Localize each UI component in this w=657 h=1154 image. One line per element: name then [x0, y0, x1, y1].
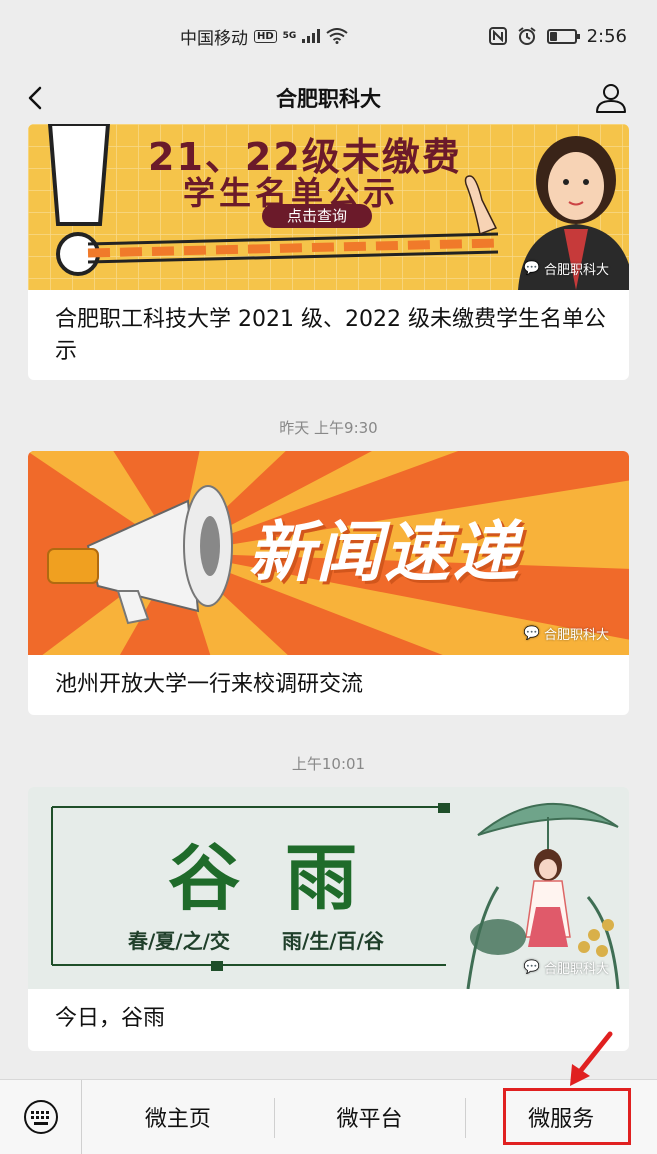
- keyboard-toggle-button[interactable]: [0, 1079, 82, 1154]
- signal-icon: [302, 29, 321, 43]
- status-right: 2:56: [488, 25, 627, 47]
- menu-item-services[interactable]: 微服务: [465, 1080, 657, 1154]
- wechat-icon: 💬: [523, 261, 540, 276]
- article-card[interactable]: 新闻速递 💬 合肥职科大 池州开放大学一行来校调研交流: [28, 451, 629, 715]
- page-title: 合肥职科大: [276, 87, 381, 111]
- nav-bar: 合肥职科大: [0, 72, 657, 124]
- hd-badge: HD: [254, 29, 277, 43]
- status-left: 中国移动 HD 5G: [180, 24, 348, 49]
- article-title[interactable]: 池州开放大学一行来校调研交流: [28, 655, 629, 701]
- wechat-icon: 💬: [523, 626, 540, 641]
- article-feed[interactable]: 21、22级未缴费 学生名单公示 点击查询 💬 合肥职科大 合肥职工科技大学 2…: [0, 124, 657, 1079]
- watermark-text: 合肥职科大: [543, 628, 609, 643]
- chevron-left-icon[interactable]: [20, 82, 52, 114]
- alarm-icon: [517, 27, 536, 45]
- person-icon[interactable]: [591, 78, 631, 118]
- watermark: 💬 合肥职科大: [524, 259, 609, 278]
- watermark: 💬 合肥职科大: [524, 624, 609, 643]
- article-card[interactable]: 21、22级未缴费 学生名单公示 点击查询 💬 合肥职科大 合肥职工科技大学 2…: [28, 124, 629, 380]
- clock: 2:56: [586, 25, 627, 47]
- wechat-icon: 💬: [523, 960, 540, 975]
- banner-subline-right: 雨/生/百/谷: [282, 929, 384, 953]
- wifi-icon: [326, 28, 348, 44]
- watermark-text: 合肥职科大: [543, 263, 609, 278]
- watermark: 💬 合肥职科大: [524, 958, 609, 977]
- article-banner[interactable]: 21、22级未缴费 学生名单公示 点击查询 💬 合肥职科大: [28, 124, 629, 290]
- banner-query-button: 点击查询: [262, 204, 372, 228]
- article-title[interactable]: 今日，谷雨: [28, 989, 629, 1035]
- watermark-text: 合肥职科大: [543, 962, 609, 977]
- battery-icon: [546, 28, 580, 44]
- menu-item-platform[interactable]: 微平台: [273, 1080, 466, 1154]
- nfc-icon: [488, 27, 507, 45]
- banner-subline-left: 春/夏/之/交: [128, 929, 230, 953]
- menu-item-home[interactable]: 微主页: [82, 1080, 274, 1154]
- banner-headline: 新闻速递: [248, 514, 520, 591]
- network-label: 5G: [282, 31, 297, 41]
- article-card[interactable]: 谷 雨 春/夏/之/交 雨/生/百/谷 💬 合肥职科大 今日，谷雨: [28, 787, 629, 1051]
- timestamp: 上午10:01: [291, 755, 366, 773]
- article-banner[interactable]: 新闻速递 💬 合肥职科大: [28, 451, 629, 655]
- article-banner[interactable]: 谷 雨 春/夏/之/交 雨/生/百/谷 💬 合肥职科大: [28, 787, 629, 989]
- battery-fill: [549, 31, 557, 41]
- timestamp: 昨天 上午9:30: [279, 419, 378, 437]
- carrier-label: 中国移动: [180, 28, 248, 49]
- status-bar: 中国移动 HD 5G 2:56: [0, 0, 657, 72]
- keyboard-icon: [23, 1100, 58, 1134]
- bottom-menu: 微主页 微平台 微服务: [0, 1079, 657, 1154]
- banner-headline: 谷 雨: [168, 835, 368, 920]
- article-title[interactable]: 合肥职工科技大学 2021 级、2022 级未缴费学生名单公示: [28, 290, 629, 368]
